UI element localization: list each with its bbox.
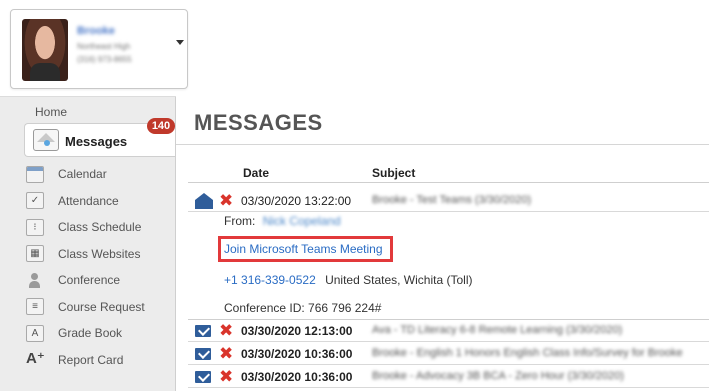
request-icon: ≡ bbox=[26, 298, 44, 316]
sidebar-item-home[interactable]: Home bbox=[35, 105, 67, 119]
dial-in-line: +1 316-339-0522 United States, Wichita (… bbox=[224, 273, 472, 287]
report-card-icon: A⁺ bbox=[26, 351, 44, 368]
message-row[interactable]: ✖ 03/30/2020 12:13:00 Ava - TD Literacy … bbox=[188, 320, 709, 342]
sidebar-item-messages[interactable]: Messages 140 bbox=[24, 118, 176, 157]
sidebar-item-class-schedule[interactable]: ⁝ Class Schedule bbox=[24, 214, 174, 241]
delete-icon[interactable]: ✖ bbox=[219, 367, 233, 387]
message-row-open[interactable]: ✖ 03/30/2020 13:22:00 Brooke - Test Team… bbox=[188, 190, 709, 212]
column-header-date[interactable]: Date bbox=[243, 166, 269, 180]
sidebar-item-label: Attendance bbox=[58, 193, 119, 208]
sidebar-item-conference[interactable]: Conference bbox=[24, 267, 174, 294]
person-icon bbox=[26, 272, 44, 289]
sender-name[interactable]: Nick Copeland bbox=[263, 214, 341, 228]
page-title: MESSAGES bbox=[194, 110, 323, 135]
sidebar-item-label: Conference bbox=[58, 273, 121, 288]
chevron-down-icon[interactable] bbox=[176, 40, 184, 45]
messages-icon bbox=[33, 129, 59, 151]
message-body: From: Nick Copeland Join Microsoft Teams… bbox=[188, 214, 709, 315]
message-date: 03/30/2020 13:22:00 bbox=[241, 194, 352, 208]
sidebar-item-attendance[interactable]: ✓ Attendance bbox=[24, 188, 174, 215]
message-subject[interactable]: Ava - TD Literacy 6-8 Remote Learning (3… bbox=[372, 324, 622, 336]
sidebar-item-label: Grade Book bbox=[58, 326, 123, 341]
dial-in-phone-link[interactable]: +1 316-339-0522 bbox=[224, 273, 316, 287]
message-date: 03/30/2020 10:36:00 bbox=[241, 347, 353, 361]
sidebar-item-label: Messages bbox=[65, 134, 128, 149]
sidebar-item-label: Course Request bbox=[58, 299, 145, 314]
gradebook-icon: A bbox=[26, 324, 44, 342]
sidebar-item-label: Class Schedule bbox=[58, 220, 142, 235]
conference-id: Conference ID: 766 796 224# bbox=[224, 301, 382, 315]
websites-icon: ▦ bbox=[26, 245, 44, 263]
sidebar-item-label: Class Websites bbox=[58, 246, 141, 261]
envelope-icon[interactable] bbox=[195, 325, 211, 337]
delete-icon[interactable]: ✖ bbox=[219, 191, 233, 211]
message-subject[interactable]: Brooke - Advocacy 3B BCA - Zero Hour (3/… bbox=[372, 370, 624, 382]
user-profile-card[interactable]: Brooke Northeast High (316) 973-8655 bbox=[10, 9, 188, 89]
attendance-icon: ✓ bbox=[26, 192, 44, 210]
calendar-icon bbox=[26, 165, 44, 183]
sidebar-item-grade-book[interactable]: A Grade Book bbox=[24, 320, 174, 347]
sidebar-item-calendar[interactable]: Calendar bbox=[24, 161, 174, 188]
from-label: From: bbox=[224, 214, 256, 228]
schedule-icon: ⁝ bbox=[26, 218, 44, 236]
divider bbox=[176, 144, 709, 145]
user-school: Northeast High bbox=[77, 42, 131, 51]
sidebar: Home Messages 140 Calendar ✓ Attendance … bbox=[0, 96, 176, 391]
envelope-icon[interactable] bbox=[195, 371, 211, 383]
dial-in-location: United States, Wichita (Toll) bbox=[325, 273, 473, 287]
join-teams-meeting-link[interactable]: Join Microsoft Teams Meeting bbox=[224, 242, 383, 256]
message-subject[interactable]: Brooke - Test Teams (3/30/2020) bbox=[372, 194, 531, 206]
sidebar-item-label: Report Card bbox=[58, 352, 124, 367]
message-date: 03/30/2020 12:13:00 bbox=[241, 324, 353, 338]
message-from: From: Nick Copeland bbox=[224, 214, 341, 228]
top-bar: Brooke Northeast High (316) 973-8655 bbox=[0, 0, 709, 96]
envelope-icon[interactable] bbox=[195, 348, 211, 360]
sidebar-item-report-card[interactable]: A⁺ Report Card bbox=[24, 347, 174, 374]
user-name: Brooke bbox=[77, 25, 115, 37]
divider bbox=[188, 182, 709, 183]
user-phone: (316) 973-8655 bbox=[77, 55, 132, 64]
message-subject[interactable]: Brooke - English 1 Honors English Class … bbox=[372, 347, 683, 359]
delete-icon[interactable]: ✖ bbox=[219, 321, 233, 341]
message-date: 03/30/2020 10:36:00 bbox=[241, 370, 353, 384]
message-row[interactable]: ✖ 03/30/2020 10:36:00 Brooke - Advocacy … bbox=[188, 366, 709, 388]
message-row[interactable]: ✖ 03/30/2020 10:36:00 Brooke - English 1… bbox=[188, 343, 709, 365]
avatar bbox=[22, 19, 68, 81]
sidebar-item-label: Calendar bbox=[58, 167, 107, 182]
sidebar-nav-list: Calendar ✓ Attendance ⁝ Class Schedule ▦… bbox=[24, 161, 174, 373]
column-header-subject[interactable]: Subject bbox=[372, 166, 415, 180]
messages-panel: MESSAGES Date Subject ✖ 03/30/2020 13:22… bbox=[176, 96, 709, 391]
envelope-open-icon[interactable] bbox=[195, 193, 213, 209]
delete-icon[interactable]: ✖ bbox=[219, 344, 233, 364]
unread-count-badge: 140 bbox=[147, 118, 175, 134]
sidebar-item-course-request[interactable]: ≡ Course Request bbox=[24, 294, 174, 321]
sidebar-item-class-websites[interactable]: ▦ Class Websites bbox=[24, 241, 174, 268]
